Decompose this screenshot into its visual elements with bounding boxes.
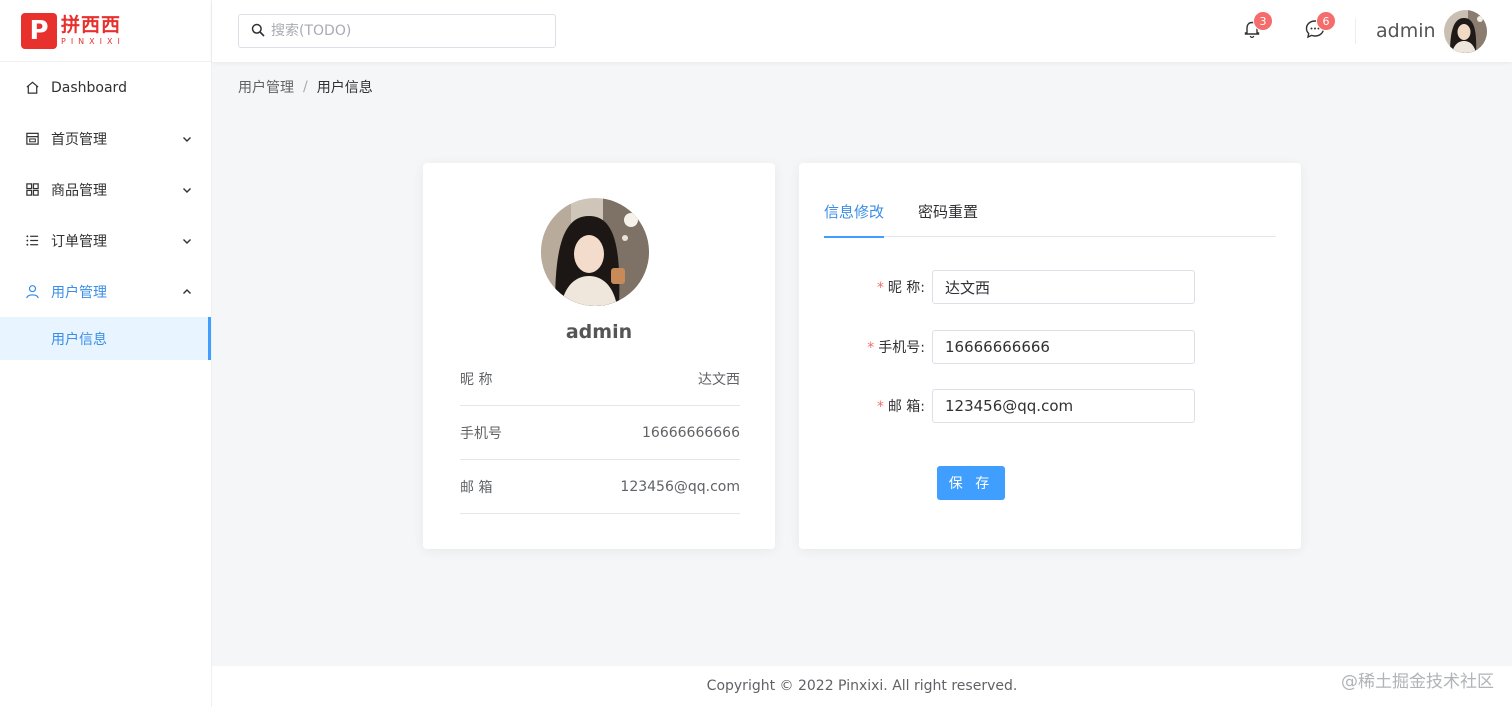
required-mark: * xyxy=(876,399,884,415)
header-username[interactable]: admin xyxy=(1376,20,1436,42)
copyright-text: Copyright © 2022 Pinxixi. All right rese… xyxy=(706,678,1018,694)
sidebar-menu: Dashboard 首页管理 商品管理 订单管理 用户管理 用户信息 xyxy=(0,62,211,360)
profile-row-label: 手机号 xyxy=(460,425,502,442)
breadcrumb-current: 用户信息 xyxy=(316,80,373,96)
save-button[interactable]: 保 存 xyxy=(937,466,1005,500)
sidebar-item-order-management[interactable]: 订单管理 xyxy=(0,215,211,266)
nickname-label: * 昵 称: xyxy=(876,280,925,296)
search-input[interactable] xyxy=(271,23,551,39)
profile-name: admin xyxy=(565,321,633,343)
tab-reset-password[interactable]: 密码重置 xyxy=(918,201,978,237)
profile-row-email: 邮 箱 123456@qq.com xyxy=(460,460,740,514)
sidebar-item-user-management[interactable]: 用户管理 xyxy=(0,266,211,317)
grid-icon xyxy=(24,182,40,198)
breadcrumb-parent[interactable]: 用户管理 xyxy=(238,77,294,97)
sidebar-item-product-management[interactable]: 商品管理 xyxy=(0,164,211,215)
profile-row-value: 123456@qq.com xyxy=(620,478,740,495)
sidebar-item-label: 首页管理 xyxy=(51,131,107,148)
email-field[interactable] xyxy=(932,389,1195,423)
profile-row-value: 达文西 xyxy=(698,371,740,388)
sidebar: P 拼西西 PINXIXI Dashboard 首页管理 商品管理 订单管理 用… xyxy=(0,0,212,707)
sidebar-item-label: Dashboard xyxy=(51,79,127,96)
watermark: @稀土掘金技术社区 xyxy=(1341,672,1494,692)
notification-button[interactable]: 3 xyxy=(1241,11,1273,42)
edit-form-card: 信息修改 密码重置 *昵 称: *手机号: *邮 箱: 保 存 xyxy=(799,163,1301,549)
calendar-icon xyxy=(24,131,40,147)
sidebar-item-dashboard[interactable]: Dashboard xyxy=(0,62,211,113)
list-icon xyxy=(24,233,40,249)
sidebar-item-home-management[interactable]: 首页管理 xyxy=(0,113,211,164)
form-tabs: 信息修改 密码重置 xyxy=(824,201,1276,238)
email-label: * 邮 箱: xyxy=(876,399,925,415)
nickname-field[interactable] xyxy=(932,270,1195,304)
sidebar-item-label: 用户管理 xyxy=(51,284,107,301)
profile-row-phone: 手机号 16666666666 xyxy=(460,406,740,460)
message-button[interactable]: 6 xyxy=(1304,11,1336,42)
required-mark: * xyxy=(876,280,884,296)
phone-label: * 手机号: xyxy=(867,340,925,356)
profile-row-label: 昵 称 xyxy=(460,371,493,388)
form-row-phone: * 手机号: xyxy=(799,330,1301,364)
search-icon xyxy=(251,22,265,41)
profile-avatar xyxy=(541,198,649,306)
header-divider xyxy=(1355,18,1356,44)
phone-field[interactable] xyxy=(932,330,1195,364)
chevron-up-icon xyxy=(181,286,193,298)
breadcrumb-separator: / xyxy=(303,79,308,95)
home-icon xyxy=(24,80,40,96)
message-badge: 6 xyxy=(1316,11,1336,31)
profile-row-nickname: 昵 称 达文西 xyxy=(460,352,740,406)
sidebar-subitem-label: 用户信息 xyxy=(51,331,107,348)
user-icon xyxy=(24,284,40,300)
notification-badge: 3 xyxy=(1253,11,1273,31)
chevron-down-icon xyxy=(181,184,193,196)
profile-card: admin 昵 称 达文西 手机号 16666666666 邮 箱 123456… xyxy=(423,163,775,549)
search-box[interactable] xyxy=(238,14,556,48)
tab-edit-info[interactable]: 信息修改 xyxy=(824,201,885,238)
top-header: 3 6 admin xyxy=(212,0,1512,62)
profile-row-value: 16666666666 xyxy=(642,424,740,441)
logo-cn-text: 拼西西 xyxy=(61,13,122,36)
required-mark: * xyxy=(867,340,875,356)
form-row-nickname: * 昵 称: xyxy=(799,270,1301,304)
logo[interactable]: P 拼西西 PINXIXI xyxy=(0,0,211,62)
form-row-email: * 邮 箱: xyxy=(799,389,1301,423)
avatar[interactable] xyxy=(1444,10,1487,53)
profile-row-label: 邮 箱 xyxy=(460,479,493,496)
breadcrumb: 用户管理 / 用户信息 xyxy=(238,77,373,97)
sidebar-subitem-user-info[interactable]: 用户信息 xyxy=(0,317,211,360)
sidebar-item-label: 订单管理 xyxy=(51,233,107,250)
logo-en-text: PINXIXI xyxy=(61,36,125,46)
footer: Copyright © 2022 Pinxixi. All right rese… xyxy=(212,666,1512,707)
chevron-down-icon xyxy=(181,133,193,145)
sidebar-item-label: 商品管理 xyxy=(51,182,107,199)
chevron-down-icon xyxy=(181,235,193,247)
logo-mark: P xyxy=(21,12,57,49)
